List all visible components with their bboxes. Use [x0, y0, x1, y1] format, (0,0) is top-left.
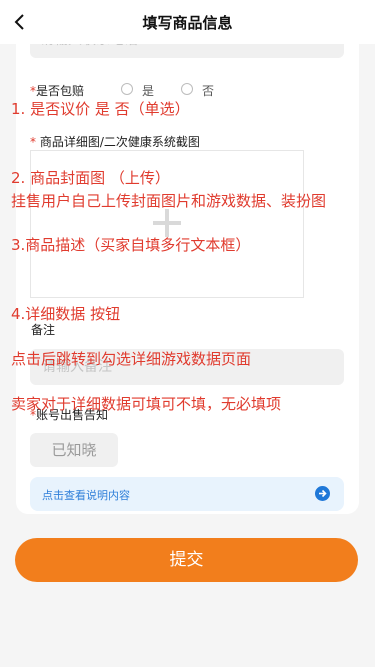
images-label-text: 商品详细图/二次健康系统截图 [39, 135, 200, 149]
plus-icon-vertical [165, 209, 169, 237]
compensation-yes-radio[interactable] [121, 83, 133, 95]
compensation-no-radio[interactable] [181, 83, 193, 95]
nav-bar-cover: 填写商品信息 [0, 0, 375, 44]
annotation-line-5: 4.详细数据 按钮 [11, 305, 121, 323]
annotation-line-4: 3.商品描述（买家自填多行文本框） [11, 236, 251, 254]
info-link-text[interactable]: 点击查看说明内容 [42, 487, 130, 503]
arrow-right-icon[interactable] [315, 486, 330, 501]
compensation-label: *是否包赔 [30, 82, 84, 99]
page: 填写商品信息 请输入联系电话 填写商品信息 *是否包赔 是 否 * 商品详细图/… [0, 0, 375, 667]
page-title-text: 填写商品信息 [142, 14, 233, 32]
annotation-line-6: 点击后跳转到勾选详细游戏数据页面 [11, 350, 252, 368]
images-label: * 商品详细图/二次健康系统截图 [30, 133, 200, 150]
annotation-line-3: 挂售用户自己上传封面图片和游戏数据、装扮图 [11, 192, 327, 210]
annotation-line-1: 1. 是否议价 是 否（单选） [11, 100, 190, 118]
acknowledge-button[interactable]: 已知晓 [30, 433, 118, 467]
compensation-yes-label: 是 [142, 84, 155, 98]
required-star: * [30, 135, 40, 149]
info-link-bar[interactable]: 点击查看说明内容 [30, 477, 344, 511]
submit-button[interactable]: 提交 [15, 538, 358, 582]
compensation-label-text: 是否包赔 [36, 84, 85, 98]
arrow-right-glyph [319, 489, 327, 498]
annotation-line-7: 卖家对于详细数据可填可不填，无必填项 [11, 395, 282, 413]
compensation-no-label: 否 [202, 84, 215, 98]
annotation-line-2: 2. 商品封面图 （上传） [11, 169, 170, 187]
